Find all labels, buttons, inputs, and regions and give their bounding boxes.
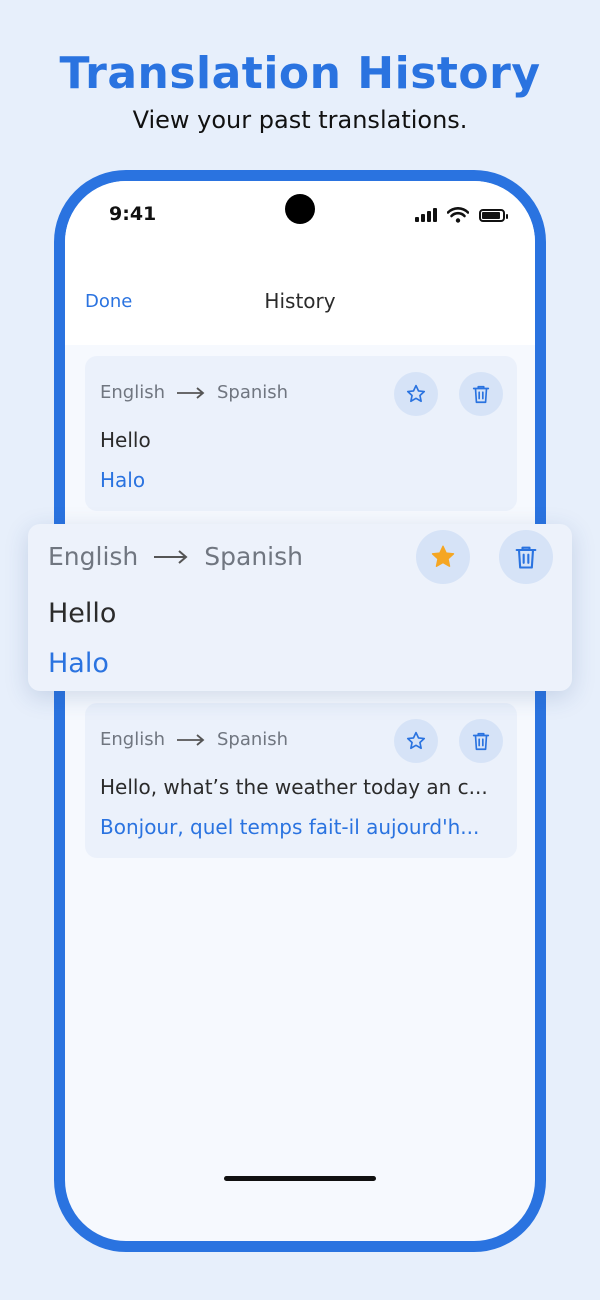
arrow-right-icon	[154, 549, 188, 564]
trash-icon	[472, 732, 490, 751]
translated-text: Halo	[100, 468, 146, 492]
promo-title: Translation History	[59, 48, 541, 99]
trash-icon	[515, 546, 537, 569]
translated-text: Halo	[48, 648, 109, 679]
history-item[interactable]: English Spanish Hello Halo	[85, 356, 517, 511]
promo-subtitle: View your past translations.	[132, 106, 468, 134]
star-icon	[406, 384, 426, 403]
source-language: English	[100, 382, 165, 403]
status-time: 9:41	[109, 203, 157, 225]
screen: Translation History View your past trans…	[0, 0, 600, 1300]
phone-frame: 9:41 Done History English Spanish Hello …	[54, 170, 546, 1252]
wifi-icon	[447, 207, 469, 223]
nav-bar: Done History	[65, 251, 535, 345]
history-item[interactable]: English Spanish Hello, what’s the weathe…	[85, 703, 517, 858]
history-item-highlighted[interactable]: English Spanish Hello Halo	[28, 524, 572, 691]
source-text: Hello	[48, 598, 117, 629]
star-filled-icon	[431, 545, 455, 567]
favorite-button[interactable]	[394, 372, 438, 416]
home-indicator	[224, 1176, 376, 1181]
page-title: History	[264, 289, 336, 313]
source-text: Hello	[100, 428, 151, 452]
delete-button[interactable]	[499, 530, 553, 584]
star-icon	[406, 731, 426, 750]
source-language: English	[100, 729, 165, 750]
language-pair: English Spanish	[48, 542, 303, 571]
signal-icon	[415, 208, 437, 222]
language-pair: English Spanish	[100, 382, 288, 403]
delete-button[interactable]	[459, 372, 503, 416]
source-language: English	[48, 542, 139, 571]
delete-button[interactable]	[459, 719, 503, 763]
favorite-button[interactable]	[416, 530, 470, 584]
arrow-right-icon	[177, 386, 205, 399]
translated-text: Bonjour, quel temps fait-il aujourd'h...	[100, 815, 480, 839]
target-language: Spanish	[217, 729, 289, 750]
language-pair: English Spanish	[100, 729, 288, 750]
status-icons	[415, 207, 508, 223]
trash-icon	[472, 385, 490, 404]
camera-notch	[285, 194, 315, 224]
target-language: Spanish	[217, 382, 289, 403]
favorite-button[interactable]	[394, 719, 438, 763]
target-language: Spanish	[204, 542, 303, 571]
battery-icon	[479, 208, 508, 222]
arrow-right-icon	[177, 733, 205, 746]
source-text: Hello, what’s the weather today an c...	[100, 775, 488, 799]
